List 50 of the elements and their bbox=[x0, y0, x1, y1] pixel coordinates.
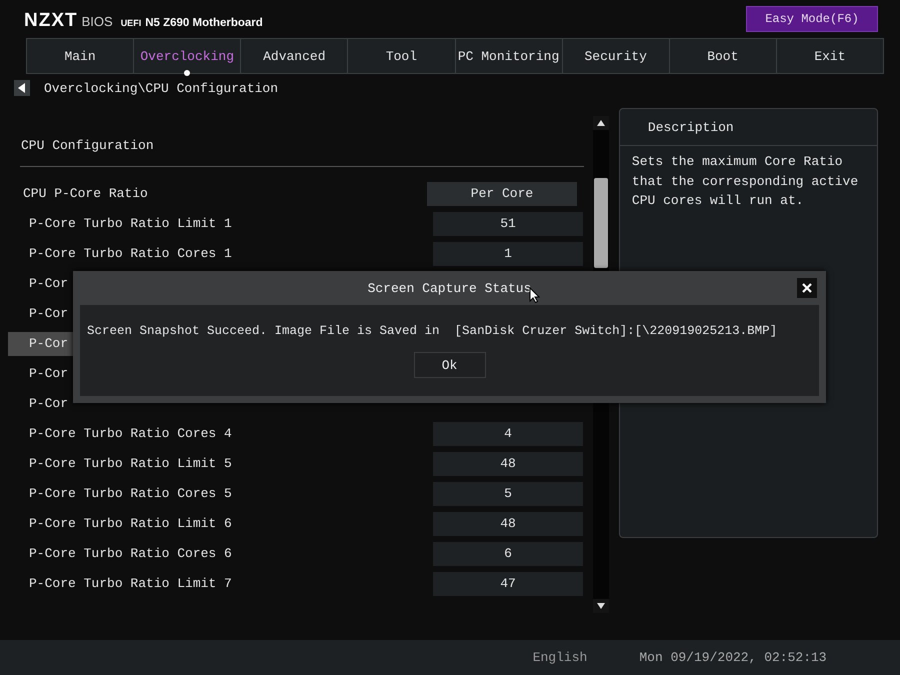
menu-tab[interactable]: Security bbox=[562, 38, 670, 74]
board-name: N5 Z690 Motherboard bbox=[145, 17, 263, 29]
scrollbar-thumb[interactable] bbox=[594, 178, 608, 268]
setting-label[interactable]: P-Core Turbo Ratio Limit 5 bbox=[8, 452, 433, 476]
product-label: BIOS bbox=[82, 14, 113, 29]
dialog-title: Screen Capture Status bbox=[368, 280, 532, 296]
scroll-up-button[interactable] bbox=[592, 116, 609, 130]
left-arrow-icon bbox=[18, 83, 26, 93]
ok-button[interactable]: Ok bbox=[414, 352, 486, 378]
breadcrumb: Overclocking\CPU Configuration bbox=[44, 80, 278, 96]
description-title: Description bbox=[620, 109, 877, 146]
scroll-down-button[interactable] bbox=[592, 599, 609, 613]
menu-tab[interactable]: Advanced bbox=[240, 38, 348, 74]
setting-label[interactable]: P-Core Turbo Ratio Limit 6 bbox=[8, 512, 433, 536]
brand-logo: NZXT bbox=[24, 10, 78, 32]
value-field[interactable]: 48 bbox=[433, 452, 583, 476]
easy-mode-button[interactable]: Easy Mode(F6) bbox=[746, 6, 878, 32]
value-field[interactable]: 5 bbox=[433, 482, 583, 506]
menu-tab[interactable]: Boot bbox=[668, 38, 777, 74]
setting-label[interactable]: P-Core Turbo Ratio Cores 6 bbox=[8, 542, 433, 566]
firmware-label: UEFI bbox=[120, 18, 142, 28]
value-field[interactable]: 4 bbox=[433, 422, 583, 446]
setting-label[interactable]: P-Core Turbo Ratio Cores 4 bbox=[8, 422, 433, 446]
language-selector[interactable]: English bbox=[520, 650, 600, 665]
menu-tab[interactable]: Main bbox=[26, 38, 134, 74]
menu-tab[interactable]: Overclocking bbox=[133, 38, 242, 74]
dialog-message: Screen Snapshot Succeed. Image File is Saved in [SanDisk Cruzer Switch]:[\220919025213.BMP] bbox=[86, 323, 778, 338]
setting-label[interactable]: P-Core Turbo Ratio Limit 7 bbox=[8, 572, 433, 596]
description-text: Sets the maximum Core Ratio that the corresponding active CPU cores will run at. bbox=[630, 153, 860, 210]
value-field[interactable]: 51 bbox=[433, 212, 583, 236]
value-field[interactable]: 6 bbox=[433, 542, 583, 566]
up-arrow-icon bbox=[596, 120, 605, 126]
menu-tab[interactable]: Tool bbox=[347, 38, 456, 74]
close-icon bbox=[802, 283, 812, 293]
setting-label[interactable]: P-Core Turbo Ratio Limit 1 bbox=[8, 212, 433, 236]
dropdown-field[interactable]: Per Core bbox=[427, 182, 577, 206]
value-field[interactable]: 48 bbox=[433, 512, 583, 536]
cursor-icon bbox=[529, 287, 540, 303]
date-time: Mon 09/19/2022, 02:52:13 bbox=[638, 650, 828, 665]
setting-label[interactable]: CPU P-Core Ratio bbox=[8, 182, 427, 206]
menu-tab[interactable]: PC Monitoring bbox=[454, 38, 563, 74]
menu-tab[interactable]: Exit bbox=[776, 38, 884, 74]
section-title: CPU Configuration bbox=[20, 138, 155, 155]
back-button[interactable] bbox=[14, 80, 30, 96]
down-arrow-icon bbox=[596, 603, 605, 609]
close-button[interactable] bbox=[797, 278, 817, 298]
value-field[interactable]: 47 bbox=[433, 572, 583, 596]
value-field[interactable]: 1 bbox=[433, 242, 583, 266]
setting-label[interactable]: P-Core Turbo Ratio Cores 5 bbox=[8, 482, 433, 506]
setting-label[interactable]: P-Core Turbo Ratio Cores 1 bbox=[8, 242, 433, 266]
